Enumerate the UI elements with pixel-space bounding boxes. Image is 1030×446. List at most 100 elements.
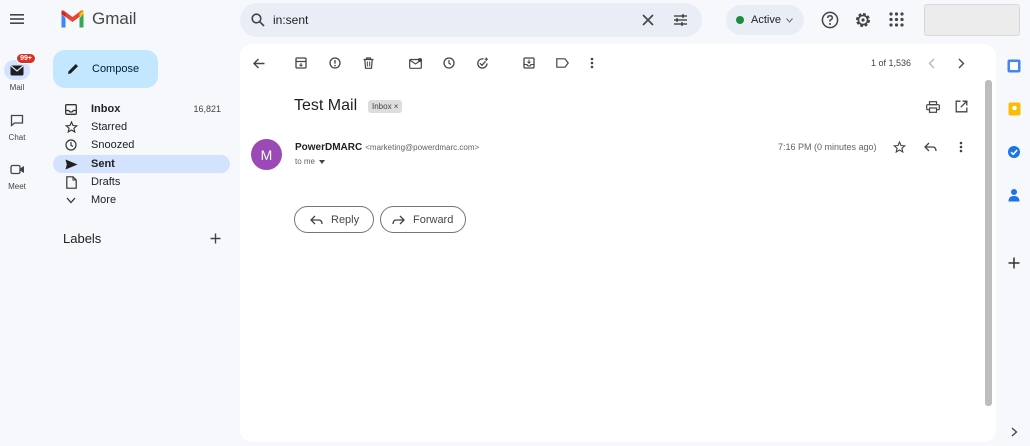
status-label: Active (751, 14, 781, 26)
nav-item-drafts[interactable]: Drafts (53, 173, 230, 191)
reply-label: Reply (331, 213, 360, 226)
report-spam-button[interactable] (326, 54, 344, 72)
message-subject: Test Mail (294, 97, 358, 114)
chevron-right-icon (1011, 427, 1017, 437)
reply-icon[interactable] (924, 142, 937, 152)
keep-icon (1008, 102, 1020, 116)
nav-label-snoozed: Snoozed (91, 139, 135, 151)
inbox-label-chip[interactable]: Inbox × (368, 100, 403, 113)
move-to-icon (523, 57, 535, 69)
clock-icon (443, 57, 455, 69)
contacts-icon (1008, 189, 1020, 202)
search-icon[interactable] (251, 13, 265, 27)
sender-line: PowerDMARC <marketing@powerdmarc.com> (295, 142, 479, 153)
pencil-icon (68, 64, 78, 74)
gmail-m-icon (61, 10, 84, 28)
more-vert-icon[interactable] (959, 141, 963, 153)
print-icon[interactable] (926, 101, 940, 113)
add-task-icon (476, 57, 488, 69)
hamburger-icon (10, 14, 24, 24)
gmail-logo[interactable]: Gmail (60, 9, 136, 29)
report-spam-icon (329, 57, 341, 69)
calendar-app-button[interactable] (1006, 58, 1022, 74)
star-icon[interactable] (893, 141, 906, 153)
rail-mail[interactable]: 99+ Mail (0, 53, 36, 92)
more-options-button[interactable] (583, 54, 601, 72)
more-vert-icon (590, 57, 594, 69)
rail-meet-label: Meet (8, 182, 26, 191)
recipient-text: to me (295, 157, 316, 166)
caret-down-icon (319, 159, 326, 164)
nav-item-inbox[interactable]: Inbox 16,821 (53, 100, 230, 118)
add-label-icon[interactable] (210, 233, 221, 244)
keep-app-button[interactable] (1006, 101, 1022, 117)
calendar-icon (1007, 59, 1021, 73)
apps-grid-icon[interactable] (889, 12, 904, 27)
tasks-app-button[interactable] (1006, 144, 1022, 160)
chevron-left-icon (928, 58, 934, 68)
get-addons-button[interactable] (1006, 255, 1022, 271)
chevron-down-icon (66, 197, 76, 203)
hide-side-panel-button[interactable] (1006, 424, 1022, 440)
video-camera-icon (9, 164, 24, 174)
trash-icon (363, 57, 373, 69)
vertical-scrollbar[interactable] (985, 80, 992, 406)
forward-button[interactable]: Forward (380, 206, 466, 233)
search-options-icon[interactable] (673, 13, 688, 27)
settings-gear-icon[interactable] (854, 11, 872, 29)
move-to-button[interactable] (520, 54, 538, 72)
message-view: 1 of 1,536 Test Mail Inbox × M PowerDMAR… (240, 44, 996, 442)
nav-label-inbox: Inbox (91, 103, 121, 115)
tasks-icon (1008, 146, 1020, 158)
sender-email: <marketing@powerdmarc.com> (365, 143, 480, 152)
forward-label: Forward (413, 213, 454, 226)
clear-search-icon[interactable] (642, 14, 654, 26)
help-icon[interactable] (821, 11, 839, 29)
older-button[interactable] (952, 54, 970, 72)
mark-unread-button[interactable] (406, 54, 424, 72)
chat-icon (10, 114, 24, 127)
arrow-back-icon (253, 58, 265, 68)
plus-icon (1008, 257, 1020, 269)
nav-item-snoozed[interactable]: Snoozed (53, 136, 230, 154)
forward-icon (392, 215, 405, 224)
inbox-icon (65, 103, 77, 115)
labels-heading: Labels (63, 231, 102, 246)
nav-item-more[interactable]: More (53, 191, 230, 209)
contacts-app-button[interactable] (1006, 187, 1022, 203)
compose-button[interactable]: Compose (53, 50, 158, 88)
labels-button[interactable] (553, 54, 571, 72)
nav-label-drafts: Drafts (91, 176, 121, 188)
add-to-tasks-button[interactable] (473, 54, 491, 72)
rail-meet[interactable]: Meet (0, 159, 34, 191)
nav-label-starred: Starred (91, 121, 128, 133)
nav-label-more: More (91, 194, 117, 206)
nav-item-sent[interactable]: Sent (53, 155, 230, 173)
snooze-button[interactable] (440, 54, 458, 72)
recipient-details[interactable]: to me (295, 157, 326, 166)
open-new-window-icon[interactable] (955, 100, 968, 113)
chevron-down-icon (786, 17, 793, 23)
rail-chat[interactable]: Chat (0, 110, 34, 142)
search-bar[interactable]: in:sent (240, 3, 702, 37)
sender-avatar[interactable]: M (251, 139, 282, 170)
delete-button[interactable] (359, 54, 377, 72)
send-icon (65, 159, 77, 169)
star-icon (64, 121, 78, 133)
status-selector[interactable]: Active (726, 5, 804, 35)
message-timestamp: 7:16 PM (0 minutes ago) (778, 142, 877, 152)
newer-button[interactable] (922, 54, 940, 72)
archive-icon (295, 57, 307, 69)
sender-name[interactable]: PowerDMARC (295, 142, 362, 153)
inbox-count: 16,821 (193, 104, 221, 114)
reply-button[interactable]: Reply (294, 206, 374, 233)
account-profile-button[interactable] (924, 4, 1020, 36)
back-button[interactable] (250, 54, 268, 72)
search-input[interactable]: in:sent (273, 13, 308, 27)
archive-button[interactable] (292, 54, 310, 72)
nav-label-sent: Sent (91, 158, 115, 170)
rail-chat-label: Chat (8, 133, 26, 142)
main-menu-button[interactable] (9, 12, 25, 26)
nav-item-starred[interactable]: Starred (53, 118, 230, 136)
clock-icon (65, 139, 77, 151)
